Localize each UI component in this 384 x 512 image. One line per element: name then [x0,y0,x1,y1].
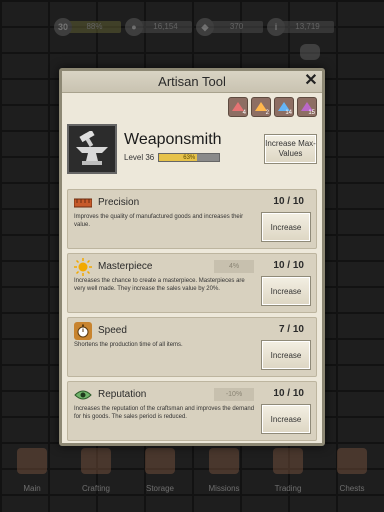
nav-label: Storage [145,484,175,493]
anvil-icon [81,448,111,474]
nav-label: Chests [339,484,365,493]
skill-description: Increases the reputation of the craftsma… [74,406,255,420]
increase-precision-button[interactable]: Increase [261,212,311,242]
skill-precision: Precision 10 / 10 Improves the quality o… [67,189,317,249]
skill-bonus: 4% [214,260,254,273]
tool-info: Weaponsmith Level 36 63% [124,131,256,162]
chat-icon [300,44,320,60]
ruler-icon [74,195,92,211]
skill-level: 10 / 10 [273,196,304,207]
eye-icon [74,387,92,403]
gold-value: 16,154 [139,21,192,33]
skill-description: Shortens the production time of all item… [74,342,183,348]
dialog-title: Artisan Tool [158,74,226,89]
skill-name: Precision [98,197,140,208]
skill-level: 10 / 10 [273,260,304,271]
skill-speed: Speed 7 / 10 Shortens the production tim… [67,317,317,377]
skill-name: Masterpiece [98,261,153,272]
resource-gems: 4 2 14 15 [67,97,317,117]
tool-name: Weaponsmith [124,130,222,148]
skill-description: Improves the quality of manufactured goo… [74,214,244,228]
increase-speed-button[interactable]: Increase [261,340,311,370]
close-button[interactable]: ✕ [303,73,319,89]
skill-reputation: Reputation -10% 10 / 10 Increases the re… [67,381,317,441]
tokens-stat: i 13,719 [267,18,334,36]
scroll-icon [209,448,239,474]
skill-description: Increases the chance to create a masterp… [74,278,245,292]
nav-chests: Chests [324,448,380,496]
handshake-icon [273,448,303,474]
ruby-icon: ◆ [196,18,214,36]
level-progress-bar: 63% [158,152,221,162]
gems-stat: ◆ 370 [196,18,263,36]
nav-label: Crafting [81,484,110,493]
house-icon [17,448,47,474]
bottom-nav: Main Crafting Storage Missions Trading C… [0,448,384,512]
level-stat: 30 88% [54,18,121,36]
nav-label: Missions [208,484,240,493]
skill-name: Reputation [98,389,147,400]
tokens-value: 13,719 [281,21,334,33]
skill-name: Speed [98,325,127,336]
artisan-tool-dialog: Artisan Tool ✕ 4 2 14 15 Weaponsmith Lev [59,68,325,446]
blue-gem-icon: 14 [274,97,294,117]
red-gem-icon: 4 [228,97,248,117]
tool-level: Level 36 [124,152,155,162]
increase-max-values-button[interactable]: Increase Max-Values [264,134,317,164]
nav-label: Trading [274,484,302,493]
gems-value: 370 [210,21,263,33]
skill-bonus: -10% [214,388,254,401]
sun-icon [74,258,92,276]
chest-icon [337,448,367,474]
nav-storage: Storage [132,448,188,496]
gold-coins-icon: ● [125,18,143,36]
purple-gem-icon: 15 [297,97,317,117]
xp-value: 88% [68,21,121,33]
increase-reputation-button[interactable]: Increase [261,404,311,434]
increase-masterpiece-button[interactable]: Increase [261,276,311,306]
dialog-body: 4 2 14 15 Weaponsmith Level 36 63% Incre… [62,93,322,449]
nav-trading: Trading [260,448,316,496]
gem-count: 15 [308,110,315,116]
tool-header: Weaponsmith Level 36 63% Increase Max-Va… [67,123,317,175]
nav-crafting: Crafting [68,448,124,496]
dialog-header: Artisan Tool ✕ [62,71,322,93]
info-icon: i [267,18,285,36]
stopwatch-icon [74,322,92,340]
skill-level: 7 / 10 [278,324,304,335]
nav-label: Main [23,484,41,493]
level-badge: 30 [54,18,72,36]
anvil-hammer-icon [67,124,117,174]
gem-count: 14 [285,110,292,116]
gold-stat: ● 16,154 [125,18,192,36]
skill-level: 10 / 10 [273,388,304,399]
gem-count: 4 [242,110,246,116]
gem-count: 2 [265,110,269,116]
level-progress-text: 63% [183,154,196,161]
skill-masterpiece: Masterpiece 4% 10 / 10 Increases the cha… [67,253,317,313]
nav-missions: Missions [196,448,252,496]
nav-main: Main [4,448,60,496]
status-bar: 30 88% ● 16,154 ◆ 370 i 13,719 [54,16,334,38]
backpack-icon [145,448,175,474]
orange-gem-icon: 2 [251,97,271,117]
level-row: Level 36 63% [124,152,256,162]
